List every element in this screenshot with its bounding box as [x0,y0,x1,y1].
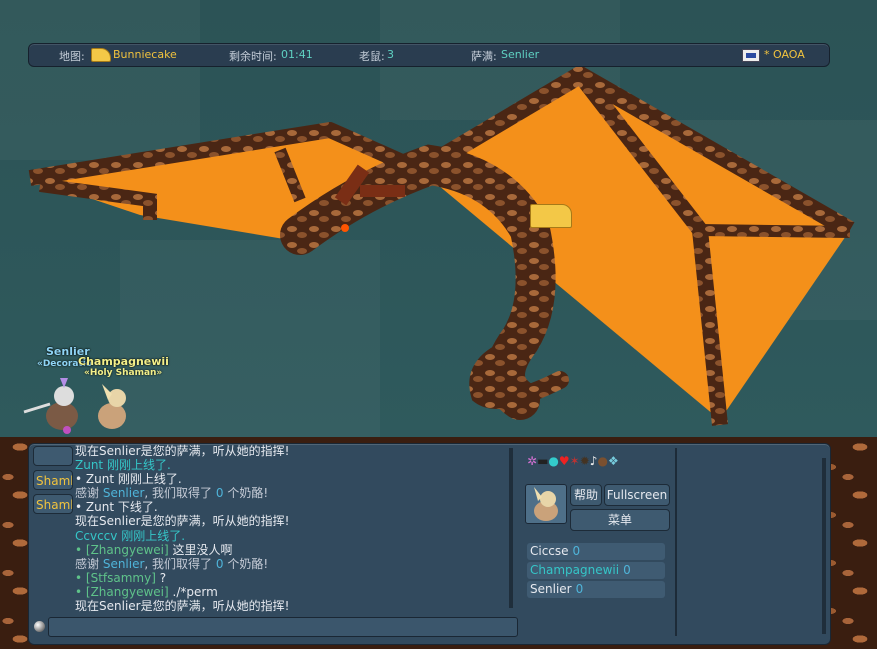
player-name: Champagnewii [530,563,620,577]
chat-segment: , 我们取得了 [144,556,216,571]
chat-log: 现在Senlier是您的萨满，听从她的指挥! Zunt 刚刚上线了. • Zunt … [75,444,509,614]
chat-message: Ccvccv 刚刚上线了. [75,529,509,543]
chat-message: • [Stfsammy] ? [75,571,509,585]
squid-icon[interactable]: ✲ [527,454,537,468]
chat-segment: Ccvccv 刚刚上线了. [75,528,186,543]
chat-segment: [Stfsammy] [85,570,156,585]
chat-segment: 现在Senlier是您的萨满，听从她的指挥! [75,599,290,614]
top-status-bar: 地图: Bunniecake 剩余时间: 01:41 老鼠: 3 萨满: Sen… [28,43,830,67]
chat-message: 现在Senlier是您的萨满，听从她的指挥! [75,514,509,528]
player-list-item[interactable]: Senlier 0 [527,581,665,598]
chat-message: • [Zhangyewei] ./*perm [75,585,509,599]
player-list-scrollbar[interactable] [822,458,826,634]
chat-message: • Zunt 下线了. [75,500,509,514]
chat-segment: 0 [215,556,224,571]
chat-segment: ? [155,570,167,585]
chat-tab[interactable]: Shamb [33,470,73,490]
room-name: * OAOA [764,48,805,61]
hat-icon[interactable]: ▬ [537,454,548,468]
chat-segment: 感谢 [75,486,103,501]
chat-segment: • [75,584,86,599]
chat-message: 现在Senlier是您的萨满，听从她的指挥! [75,444,509,458]
chat-segment: • Zunt 刚刚上线了. [75,472,182,487]
player-score: 0 [623,563,631,577]
player-score: 0 [572,544,581,558]
chat-message: • Zunt 刚刚上线了. [75,472,509,486]
crystal-icon[interactable]: ❖ [608,454,619,468]
flag-icon [742,49,760,62]
fullscreen-button[interactable]: Fullscreen [604,484,670,506]
chat-segment: 个奶酪! [223,486,269,501]
nut-icon[interactable]: ● [597,454,607,468]
player-list-item[interactable]: Champagnewii 0 [527,562,665,579]
chat-bubble-icon[interactable] [34,621,45,632]
player-list-item[interactable]: Ciccse 0 [527,543,665,560]
drop-icon[interactable]: ● [548,454,558,468]
map-label: 地图: [59,50,85,63]
shaman-label: 萨满: [471,50,497,63]
chat-message: 感谢 Senlier, 我们取得了 0 个奶酪! [75,486,509,500]
bug-icon[interactable]: ✹ [580,454,590,468]
chat-segment: 现在Senlier是您的萨满，听从她的指挥! [75,514,290,529]
chat-segment: Senlier [102,486,145,501]
chat-segment: • [75,542,86,557]
chat-segment: 个奶酪! [223,556,269,571]
chat-tab[interactable] [33,446,73,466]
chat-segment: Senlier [102,556,145,571]
chat-tab[interactable]: Shamb [33,494,73,514]
game-stage[interactable]: 地图: Bunniecake 剩余时间: 01:41 老鼠: 3 萨满: Sen… [0,0,877,438]
menu-button[interactable]: 菜单 [570,509,670,531]
chat-segment: Zunt 刚刚上线了. [75,458,171,473]
time-value: 01:41 [281,48,313,61]
chat-segment: 0 [215,486,224,501]
chat-message: • [Zhangyewei] 这里没人啊 [75,543,509,557]
chat-segment: ./*perm [168,584,218,599]
chat-segment: • [75,570,86,585]
mice-count: 3 [387,48,394,61]
shaman-item-icons[interactable]: ✲▬●♥✶✹♪●❖ [527,454,619,468]
time-label: 剩余时间: [229,50,277,63]
chat-input[interactable] [48,617,518,637]
chat-segment: 感谢 [75,556,103,571]
player-score: 0 [575,582,584,596]
player-name: Senlier [530,582,572,596]
cheese-icon [91,48,111,62]
avatar[interactable] [525,484,567,524]
mouse-players[interactable] [22,374,142,438]
chat-segment: 现在Senlier是您的萨满，听从她的指挥! [75,444,290,458]
chat-segment: 这里没人啊 [168,542,233,557]
player-name-tag: Champagnewii [78,355,169,368]
chat-scrollbar[interactable] [509,448,513,608]
chat-segment: [Zhangyewei] [85,584,169,599]
cheese-icon[interactable] [530,204,572,228]
chat-message: Zunt 刚刚上线了. [75,458,509,472]
chat-segment: • Zunt 下线了. [75,500,158,515]
chat-segment: [Zhangyewei] [85,542,169,557]
mice-label: 老鼠: [359,50,385,63]
help-button[interactable]: 帮助 [570,484,602,506]
chat-message: 现在Senlier是您的萨满，听从她的指挥! [75,599,509,613]
bottom-panel: Shamb Shamb 现在Senlier是您的萨满，听从她的指挥!Zunt 刚… [28,443,831,645]
chat-segment: , 我们取得了 [144,486,216,501]
shaman-name: Senlier [501,48,540,61]
heart-icon[interactable]: ♥ [559,454,570,468]
chat-message: 感谢 Senlier, 我们取得了 0 个奶酪! [75,557,509,571]
map-name[interactable]: Bunniecake [113,48,177,61]
star-icon[interactable]: ✶ [570,454,580,468]
player-name: Ciccse [530,544,569,558]
right-panel: ✲▬●♥✶✹♪●❖ 帮助 Fullscreen 菜单 Ciccse 0 Champa… [520,448,677,636]
